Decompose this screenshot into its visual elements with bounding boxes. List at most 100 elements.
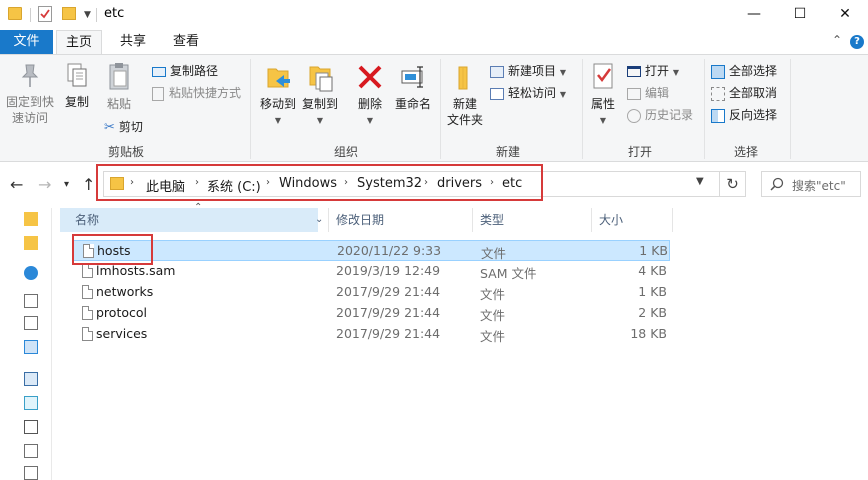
new-group-label: 新建 — [495, 145, 520, 159]
search-box[interactable]: 搜索"etc" — [761, 171, 861, 197]
new-folder-quick-access-icon[interactable] — [62, 7, 76, 20]
table-row[interactable]: hosts 2020/11/22 9:33 文件 1 KB — [72, 240, 670, 261]
folder-icon[interactable] — [8, 7, 22, 20]
select-all-button[interactable]: 全部选择 — [711, 61, 777, 81]
copy-icon — [67, 63, 87, 87]
column-divider[interactable] — [472, 208, 473, 232]
history-button[interactable]: 历史记录 — [627, 105, 693, 125]
select-all-label: 全部选择 — [729, 64, 778, 78]
properties-quick-access-icon[interactable] — [38, 6, 52, 22]
document-icon[interactable] — [24, 316, 38, 330]
cut-label: 剪切 — [118, 120, 143, 134]
video-icon[interactable] — [24, 420, 38, 434]
folder-icon[interactable] — [24, 236, 38, 250]
close-button[interactable]: ✕ — [822, 0, 868, 30]
paste-button[interactable]: 粘贴 — [100, 61, 138, 112]
new-folder-label-line2: 文件夹 — [446, 113, 483, 127]
navigation-pane — [0, 208, 52, 480]
back-arrow-icon[interactable]: ← — [10, 175, 23, 194]
properties-button[interactable]: 属性 ▼ — [586, 61, 620, 126]
download-icon[interactable] — [24, 466, 38, 480]
help-icon[interactable]: ? — [850, 35, 864, 49]
minimize-button[interactable]: — — [731, 0, 777, 30]
paste-shortcut-button[interactable]: 粘贴快捷方式 — [152, 83, 241, 103]
tab-share[interactable]: 共享 — [110, 30, 156, 54]
tab-file[interactable]: 文件 — [0, 30, 53, 54]
open-group-label: 打开 — [627, 145, 652, 159]
organize-group-label: 组织 — [333, 145, 358, 159]
group-divider — [250, 59, 251, 159]
column-header-name[interactable]: 名称 — [75, 208, 99, 232]
recent-locations-chevron-icon[interactable]: ▾ — [64, 179, 69, 190]
easy-access-button[interactable]: 轻松访问 ▼ — [490, 83, 566, 103]
file-list: ⌃ 名称 ⌄ 修改日期 类型 大小 hosts 2020/11/22 9:33 … — [60, 202, 868, 480]
easy-access-icon — [490, 87, 504, 100]
table-row[interactable]: lmhosts.sam 2019/3/19 12:49 SAM 文件 4 KB — [72, 261, 670, 282]
column-header-type[interactable]: 类型 — [480, 208, 504, 232]
refresh-icon[interactable]: ↻ — [720, 171, 746, 197]
new-folder-button[interactable]: 新建 文件夹 — [444, 61, 486, 128]
column-divider[interactable] — [672, 208, 673, 232]
select-none-button[interactable]: 全部取消 — [711, 83, 777, 103]
up-arrow-icon[interactable]: ↑ — [82, 175, 95, 194]
column-divider[interactable] — [328, 208, 329, 232]
invert-selection-label: 反向选择 — [729, 108, 778, 122]
new-item-button[interactable]: 新建项目 ▼ — [490, 61, 566, 81]
folder-icon[interactable] — [24, 212, 38, 226]
computer-icon[interactable] — [24, 372, 38, 386]
move-to-button[interactable]: 移动到 ▼ — [258, 61, 298, 126]
column-header-modified[interactable]: 修改日期 — [336, 208, 384, 232]
forward-arrow-icon[interactable]: → — [38, 175, 51, 194]
tab-home[interactable]: 主页 — [56, 30, 102, 54]
tab-view[interactable]: 查看 — [163, 30, 209, 54]
ribbon: 固定到快 速访问 复制 粘贴 复制路径 粘贴快捷方式 ✂ 剪切 剪贴板 移动到 … — [0, 54, 868, 162]
copy-path-button[interactable]: 复制路径 — [152, 61, 218, 81]
toolbar-divider — [96, 8, 97, 22]
table-row[interactable]: protocol 2017/9/29 21:44 文件 2 KB — [72, 303, 670, 324]
copy-to-button[interactable]: 复制到 ▼ — [300, 61, 340, 126]
3d-objects-icon[interactable] — [24, 396, 38, 410]
address-history-dropdown-icon[interactable]: ▼ — [696, 176, 704, 187]
file-modified: 2017/9/29 21:44 — [336, 284, 441, 299]
file-name: services — [96, 326, 148, 341]
open-button[interactable]: 打开 ▼ — [627, 61, 679, 81]
document-icon[interactable] — [24, 444, 38, 458]
invert-selection-button[interactable]: 反向选择 — [711, 105, 777, 125]
select-all-icon — [711, 64, 725, 79]
properties-icon — [593, 63, 613, 89]
new-item-dropdown-icon: ▼ — [559, 68, 566, 77]
file-icon — [82, 306, 93, 320]
file-type: 文件 — [480, 287, 506, 302]
rename-icon — [401, 66, 423, 88]
document-icon[interactable] — [24, 294, 38, 308]
copy-to-icon — [309, 66, 333, 92]
delete-x-icon — [358, 65, 382, 89]
file-icon — [82, 285, 93, 299]
file-size: 4 KB — [638, 263, 667, 278]
name-column-dropdown-icon[interactable]: ⌄ — [315, 208, 323, 232]
column-divider[interactable] — [591, 208, 592, 232]
cut-button[interactable]: ✂ 剪切 — [104, 117, 143, 137]
delete-button[interactable]: 删除 ▼ — [352, 61, 388, 126]
rename-button[interactable]: 重命名 — [392, 61, 434, 112]
delete-dropdown-icon: ▼ — [366, 116, 374, 125]
open-icon — [627, 66, 641, 77]
table-row[interactable]: services 2017/9/29 21:44 文件 18 KB — [72, 324, 670, 345]
edit-button[interactable]: 编辑 — [627, 83, 669, 103]
quick-access-dropdown-icon[interactable]: ▼ — [84, 10, 91, 20]
properties-label: 属性 — [590, 97, 615, 111]
picture-icon[interactable] — [24, 340, 38, 354]
table-row[interactable]: networks 2017/9/29 21:44 文件 1 KB — [72, 282, 670, 303]
address-bar-highlight — [96, 164, 543, 201]
collapse-ribbon-icon[interactable]: ⌃ — [832, 33, 842, 47]
move-to-dropdown-icon: ▼ — [274, 116, 282, 125]
copy-path-label: 复制路径 — [170, 64, 219, 78]
file-icon — [82, 327, 93, 341]
copy-button[interactable]: 复制 — [60, 61, 94, 110]
column-header-size[interactable]: 大小 — [599, 208, 623, 232]
onedrive-icon[interactable] — [24, 266, 38, 280]
pin-to-quick-access-button[interactable]: 固定到快 速访问 — [4, 61, 56, 126]
pin-label-line1: 固定到快 — [5, 95, 54, 109]
new-item-icon — [490, 65, 504, 78]
maximize-button[interactable]: ☐ — [777, 0, 823, 30]
